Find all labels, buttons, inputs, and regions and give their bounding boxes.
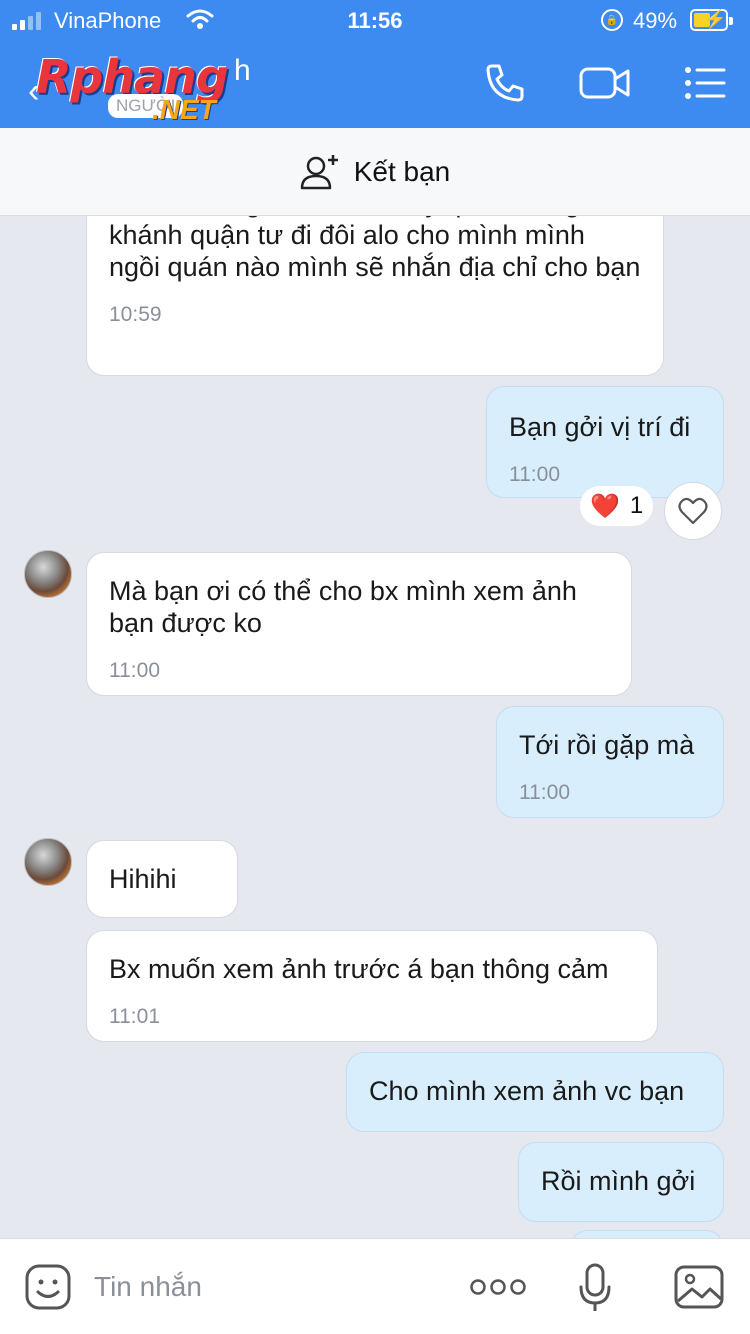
message-text: Bx muốn xem ảnh trước á bạn thông cảm: [109, 954, 609, 984]
message-text: Mà bạn ơi có thể cho bx mình xem ảnh bạn…: [109, 576, 577, 638]
message-time: 10:59: [109, 303, 162, 326]
message-input[interactable]: Tin nhắn: [94, 1271, 202, 1303]
heart-emoji: ❤️: [590, 492, 620, 520]
add-friend-button[interactable]: Kết bạn: [0, 128, 750, 216]
message-time: 11:00: [109, 659, 160, 682]
add-friend-label: Kết bạn: [353, 155, 451, 187]
message-text: Cho mình xem ảnh vc bạn: [369, 1076, 685, 1106]
reaction-badge[interactable]: ❤️ 1: [580, 486, 654, 526]
message-text: Bạn gởi vị trí đi: [509, 412, 691, 442]
message-bubble-outgoing[interactable]: Bạn gởi vị trí đi 11:00: [486, 386, 724, 498]
message-bubble-outgoing-partial[interactable]: [570, 1230, 724, 1238]
sticker-icon[interactable]: [24, 1263, 72, 1316]
battery-percent: 49%: [633, 8, 678, 33]
add-friend-icon: [300, 154, 338, 189]
message-text: Rồi mình gởi: [541, 1166, 696, 1196]
message-bubble-incoming[interactable]: Khoản sau giờ rồi bạn chạy qua đường vĩn…: [86, 216, 664, 376]
watermark-logo: Rphang NGƯỜI .NET: [36, 50, 229, 125]
video-call-icon[interactable]: [578, 62, 632, 109]
battery-icon: ⚡: [690, 9, 733, 31]
reaction-count: 1: [629, 492, 644, 519]
image-icon[interactable]: [674, 1265, 724, 1314]
message-time: 11:01: [109, 1005, 160, 1028]
message-time: 11:00: [519, 781, 570, 804]
message-bubble-outgoing[interactable]: Rồi mình gởi: [518, 1142, 724, 1222]
status-bar: VinaPhone 11:56 🔒 49% ⚡: [0, 0, 750, 42]
message-composer: Tin nhắn: [0, 1238, 750, 1334]
more-options-icon[interactable]: [470, 1277, 526, 1302]
microphone-icon[interactable]: [578, 1263, 612, 1318]
message-text: Tới rồi gặp mà: [519, 730, 695, 760]
message-bubble-outgoing[interactable]: Cho mình xem ảnh vc bạn: [346, 1052, 724, 1132]
message-bubble-outgoing[interactable]: Tới rồi gặp mà 11:00: [496, 706, 724, 818]
phone-call-icon[interactable]: [484, 62, 526, 109]
rotation-lock-icon: 🔒: [601, 9, 623, 31]
message-text: Khoản sau giờ rồi bạn chạy qua đường vĩn…: [109, 216, 641, 282]
avatar[interactable]: [24, 838, 72, 886]
message-bubble-incoming[interactable]: Hihihi: [86, 840, 238, 918]
message-bubble-incoming[interactable]: Mà bạn ơi có thể cho bx mình xem ảnh bạn…: [86, 552, 632, 696]
react-heart-icon[interactable]: [664, 482, 722, 540]
app-header: VinaPhone 11:56 🔒 49% ⚡ ‹ h Rphang NGƯỜI…: [0, 0, 750, 128]
message-text: Hihihi: [109, 864, 177, 894]
menu-icon[interactable]: [684, 62, 726, 109]
chat-thread[interactable]: Khoản sau giờ rồi bạn chạy qua đường vĩn…: [0, 216, 750, 1238]
avatar[interactable]: [24, 550, 72, 598]
message-bubble-incoming[interactable]: Bx muốn xem ảnh trước á bạn thông cảm 11…: [86, 930, 658, 1042]
